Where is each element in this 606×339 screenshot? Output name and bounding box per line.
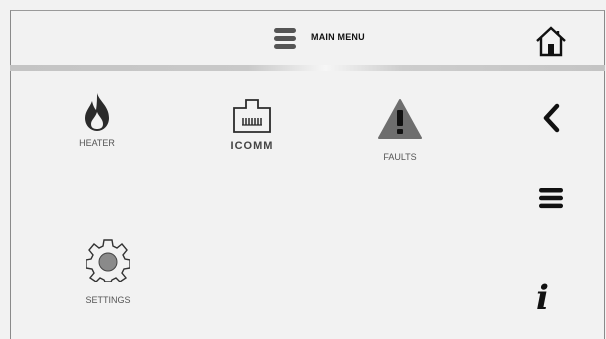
home-icon[interactable] bbox=[533, 23, 569, 59]
warning-icon bbox=[378, 99, 422, 139]
hamburger-menu-icon[interactable] bbox=[538, 186, 564, 210]
icomm-label: ICOMM bbox=[230, 140, 274, 152]
header-bar bbox=[10, 11, 605, 66]
info-icon[interactable]: i bbox=[536, 281, 549, 315]
header-divider bbox=[10, 65, 605, 71]
icomm-tile[interactable]: ICOMM bbox=[222, 98, 282, 152]
flame-icon bbox=[85, 93, 109, 131]
settings-label: SETTINGS bbox=[85, 295, 131, 305]
chevron-left-icon[interactable] bbox=[540, 103, 562, 133]
faults-label: FAULTS bbox=[383, 152, 417, 162]
network-port-icon bbox=[233, 99, 271, 133]
menu-icon bbox=[274, 28, 296, 49]
settings-tile[interactable]: SETTINGS bbox=[78, 238, 138, 305]
page-title: MAIN MENU bbox=[311, 32, 365, 42]
heater-tile[interactable]: HEATER bbox=[72, 92, 122, 148]
faults-tile[interactable]: FAULTS bbox=[370, 98, 430, 162]
gear-icon bbox=[85, 239, 131, 283]
heater-label: HEATER bbox=[79, 138, 115, 148]
